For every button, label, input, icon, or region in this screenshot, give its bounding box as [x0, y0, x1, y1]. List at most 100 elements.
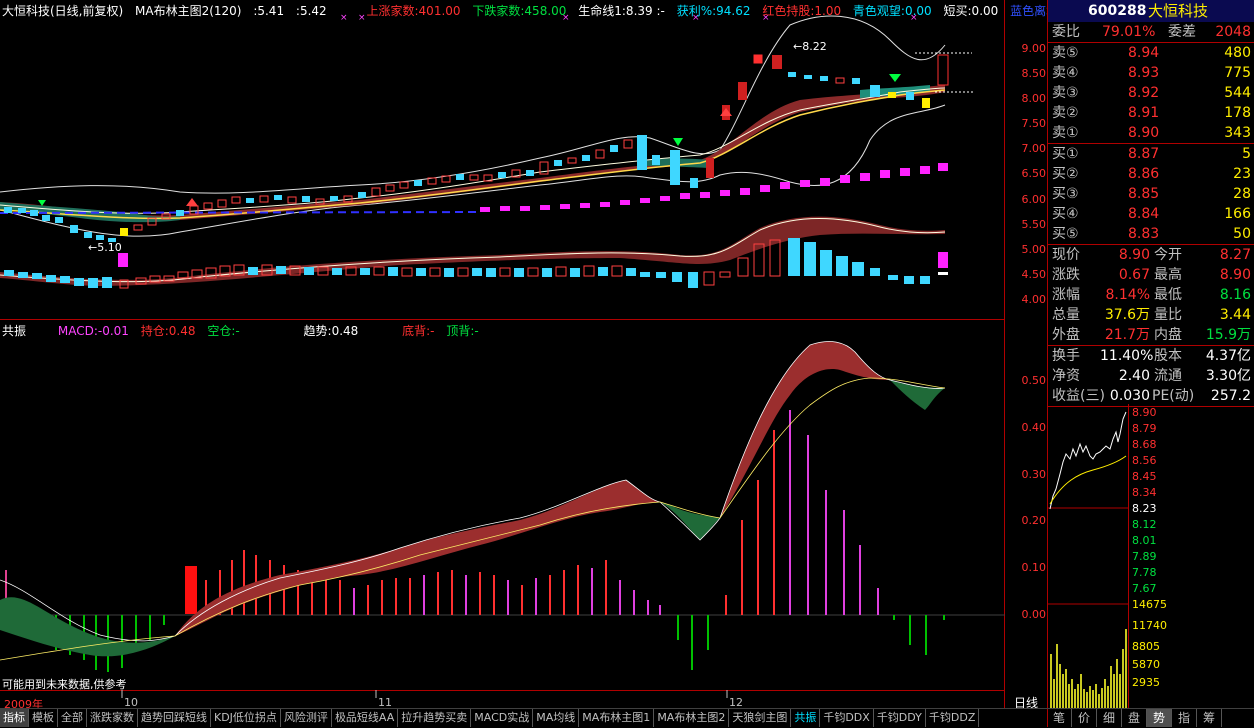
- indicator-header: 大恒科技(日线,前复权) MA布林主图2(120) :5.41 :5.42 上涨…: [2, 2, 1078, 18]
- macd-tick: 0.20: [1021, 514, 1047, 527]
- stat-row: 现价 8.90 今开 8.27: [1052, 247, 1251, 263]
- bid-row[interactable]: 买③ 8.85 28: [1048, 184, 1254, 204]
- stat-row: 涨跌 0.67 最高 8.90: [1052, 267, 1251, 283]
- ask-row[interactable]: 卖⑤ 8.94 480: [1048, 43, 1254, 63]
- top-divergence: 顶背:-: [446, 324, 479, 338]
- price-tick: 7.00: [1021, 142, 1047, 155]
- tab-risk[interactable]: 风险测评: [281, 709, 332, 727]
- trend-value: 趋势:0.48: [303, 324, 359, 338]
- value-2: :5.42: [295, 4, 327, 18]
- price-tick: 8.00: [1021, 92, 1047, 105]
- macd-header: 共振 MACD:-0.01 持仓:0.48 空仓:- 趋势:0.48 底背:- …: [2, 322, 487, 339]
- stock-name: 大恒科技: [1148, 2, 1209, 20]
- bid-row[interactable]: 买⑤ 8.83 50: [1048, 224, 1254, 244]
- tab-trades[interactable]: 笔: [1047, 709, 1072, 727]
- high-label: 8.22: [802, 40, 827, 53]
- bottom-divergence: 底背:-: [402, 324, 435, 338]
- price-tick: 9.00: [1021, 42, 1047, 55]
- macd-tick: 0.10: [1021, 561, 1047, 574]
- macd-tick: 0.00: [1021, 608, 1047, 621]
- price-tick: 4.50: [1021, 268, 1047, 281]
- tab-all[interactable]: 全部: [58, 709, 87, 727]
- tab-macd[interactable]: MACD实战: [471, 709, 534, 727]
- stock-code: 600288: [1088, 3, 1147, 19]
- ask-row[interactable]: 卖② 8.91 178: [1048, 103, 1254, 123]
- ratio-label: 委比: [1052, 24, 1080, 40]
- tab-resonance[interactable]: 共振: [791, 709, 821, 727]
- tab-updown[interactable]: 涨跌家数: [87, 709, 138, 727]
- high-marker: ←8.22: [793, 40, 827, 53]
- stat-row: 外盘 21.7万 内盘 15.9万: [1052, 327, 1251, 343]
- price-tick: 8.50: [1021, 67, 1047, 80]
- tab-trend[interactable]: 势: [1147, 709, 1172, 727]
- low-marker: ←5.10: [88, 241, 122, 254]
- tab-ma-boll-2[interactable]: MA布林主图2: [654, 709, 730, 727]
- value-1: :5.41: [253, 4, 285, 18]
- lifeline-suffix: :-: [656, 4, 665, 18]
- tab-trend-pullback[interactable]: 趋势回踩短线: [138, 709, 211, 727]
- down-count: 下跌家数:458.00: [472, 4, 567, 18]
- ratio-value: 79.01%: [1102, 24, 1156, 40]
- right-tab-bar: 笔价细盘势指筹: [1047, 708, 1254, 728]
- tab-price[interactable]: 价: [1072, 709, 1097, 727]
- up-count: 上涨家数:401.00: [366, 4, 461, 18]
- low-label: 5.10: [97, 241, 122, 254]
- stock-code-bar: 600288 大恒科技: [1048, 0, 1254, 22]
- tab-ddx[interactable]: 千钧DDX: [820, 709, 874, 727]
- order-ratio-row: 委比 79.01% 委差 2048: [1048, 22, 1254, 43]
- tab-template[interactable]: 模板: [29, 709, 58, 727]
- tab-ma[interactable]: MA均线: [533, 709, 580, 727]
- tab-book[interactable]: 盘: [1122, 709, 1147, 727]
- macd-tick: 0.50: [1021, 374, 1047, 387]
- chart-canvas: × × × × × ×: [0, 0, 1005, 708]
- indicator-title[interactable]: MA布林主图2(120): [135, 4, 241, 18]
- future-data-note: 可能用到未来数据,供参考: [2, 678, 127, 691]
- short-buy: 短买:0.00: [943, 4, 999, 18]
- tab-pull-trend[interactable]: 拉升趋势买卖: [398, 709, 472, 727]
- stat-row: 换手 11.40% 股本 4.37亿: [1052, 348, 1251, 364]
- lifeline: 生命线1:8.39: [578, 4, 653, 18]
- tab-detail[interactable]: 细: [1097, 709, 1122, 727]
- diff-label: 委差: [1168, 24, 1196, 40]
- tab-ddy[interactable]: 千钧DDY: [874, 709, 926, 727]
- price-tick: 6.00: [1021, 193, 1047, 206]
- macd-tick: 0.30: [1021, 468, 1047, 481]
- macd-name[interactable]: 共振: [2, 324, 26, 338]
- bid-list: 买① 8.87 5 买② 8.86 23 买③ 8.85 28 买④ 8.84 166 买⑤ 8.…: [1048, 144, 1254, 245]
- price-tick: 6.50: [1021, 167, 1047, 180]
- price-tick: 5.00: [1021, 243, 1047, 256]
- tab-kdj[interactable]: KDJ低位拐点: [211, 709, 281, 727]
- ask-row[interactable]: 卖④ 8.93 775: [1048, 63, 1254, 83]
- empty-value: 空仓:-: [207, 324, 240, 338]
- tab-tianlang[interactable]: 天狼剑主图: [729, 709, 792, 727]
- price-tick: 5.50: [1021, 218, 1047, 231]
- bid-row[interactable]: 买② 8.86 23: [1048, 164, 1254, 184]
- kline-chart-area[interactable]: × × × × × × 大恒科技(日线,前复权) MA布林主图2(120):5…: [0, 0, 1070, 708]
- diff-value: 2048: [1215, 24, 1251, 40]
- stat-row: 总量 37.6万 量比 3.44: [1052, 307, 1251, 323]
- stat-row: 净资 2.40 流通 3.30亿: [1052, 368, 1251, 384]
- tab-short-aa[interactable]: 极品短线AA: [332, 709, 399, 727]
- intraday-mini-chart[interactable]: 8.90 8.79 8.68 8.56 8.45 8.34 8.23 8.12 …: [1048, 404, 1254, 708]
- bid-row[interactable]: 买④ 8.84 166: [1048, 204, 1254, 224]
- fundamental-stats: 换手 11.40% 股本 4.37亿 净资 2.40 流通 3.30亿 收益(三) 0.030…: [1048, 346, 1254, 407]
- red-hold: 红色持股:1.00: [762, 4, 842, 18]
- tab-indicator-right[interactable]: 指: [1172, 709, 1197, 727]
- ask-row[interactable]: 卖③ 8.92 544: [1048, 83, 1254, 103]
- bid-row[interactable]: 买① 8.87 5: [1048, 144, 1254, 164]
- stat-row: 涨幅 8.14% 最低 8.16: [1052, 287, 1251, 303]
- macd-tick: 0.40: [1021, 421, 1047, 434]
- price-tick: 4.00: [1021, 293, 1047, 306]
- ask-row[interactable]: 卖① 8.90 343: [1048, 123, 1254, 143]
- price-tick: 7.50: [1021, 117, 1047, 130]
- profit-percent: 获利%:94.62: [676, 4, 751, 18]
- stock-title[interactable]: 大恒科技(日线,前复权): [2, 4, 123, 18]
- ask-list: 卖⑤ 8.94 480 卖④ 8.93 775 卖③ 8.92 544 卖② 8.91 178 …: [1048, 43, 1254, 144]
- tab-ma-boll-1[interactable]: MA布林主图1: [579, 709, 655, 727]
- stat-row: 收益(三) 0.030 PE(动) 257.2: [1052, 388, 1251, 404]
- indicator-tab-bar: 指标 模板 全部 涨跌家数 趋势回踩短线 KDJ低位拐点 风险测评 极品短线AA 拉升趋势买卖 M…: [0, 708, 1047, 728]
- tab-chips[interactable]: 筹: [1197, 709, 1222, 727]
- tab-ddz[interactable]: 千钧DDZ: [926, 709, 980, 727]
- price-stats: 现价 8.90 今开 8.27 涨跌 0.67 最高 8.90 涨幅 8.14% 最低 8.16 …: [1048, 245, 1254, 346]
- tab-indicator[interactable]: 指标: [0, 709, 29, 727]
